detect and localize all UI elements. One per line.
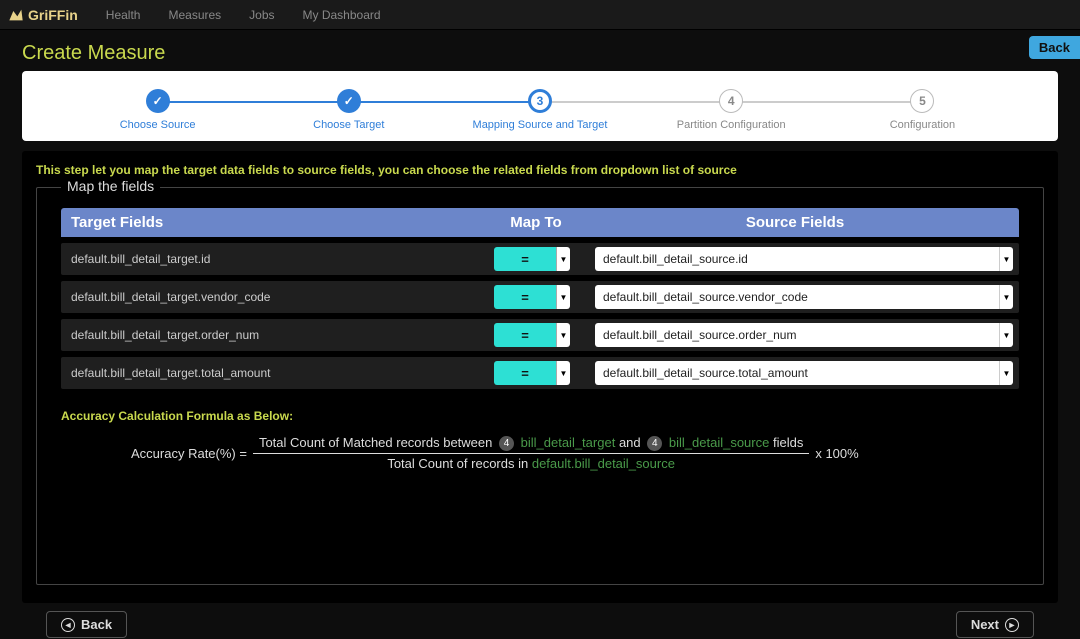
count-badge: 4 [499,436,514,451]
fieldset-legend: Map the fields [61,178,160,194]
formula-suffix: x 100% [815,446,858,461]
table-row: default.bill_detail_target.total_amount … [61,357,1019,389]
step-5[interactable]: 5 Configuration [827,89,1018,131]
formula-title: Accuracy Calculation Formula as Below: [61,409,1019,423]
table-row: default.bill_detail_target.id = ▼ defaul… [61,243,1019,275]
header-source: Source Fields [581,214,1009,231]
step-2-circle: ✓ [337,89,361,113]
source-select[interactable]: default.bill_detail_source.vendor_code ▼ [595,285,1013,309]
table-row: default.bill_detail_target.order_num = ▼… [61,319,1019,351]
chevron-down-icon: ▼ [556,285,570,309]
operator-select[interactable]: = ▼ [494,247,570,271]
back-button[interactable]: ◄ Back [46,611,127,638]
back-pill-button[interactable]: Back [1029,36,1080,59]
target-field: default.bill_detail_target.id [67,252,487,266]
griffin-logo-icon [8,7,24,23]
step-4-circle: 4 [719,89,743,113]
next-button[interactable]: Next ► [956,611,1034,638]
nav-dashboard[interactable]: My Dashboard [303,8,381,22]
chevron-down-icon: ▼ [999,247,1013,271]
target-field: default.bill_detail_target.order_num [67,328,487,342]
source-select[interactable]: default.bill_detail_source.total_amount … [595,361,1013,385]
step-5-circle: 5 [910,89,934,113]
step-1-circle: ✓ [146,89,170,113]
header-target: Target Fields [71,214,491,231]
chevron-down-icon: ▼ [556,323,570,347]
brand: GriFFin [8,7,78,23]
step-1-label: Choose Source [120,119,196,131]
step-3[interactable]: 3 Mapping Source and Target [444,89,635,131]
footer-buttons: ◄ Back Next ► [22,603,1058,638]
step-2-label: Choose Target [313,119,384,131]
stepper: ✓ Choose Source ✓ Choose Target 3 Mappin… [22,71,1058,141]
operator-select[interactable]: = ▼ [494,285,570,309]
intro-text: This step let you map the target data fi… [36,163,1044,177]
nav-jobs[interactable]: Jobs [249,8,274,22]
target-field: default.bill_detail_target.vendor_code [67,290,487,304]
chevron-down-icon: ▼ [999,323,1013,347]
step-2[interactable]: ✓ Choose Target [253,89,444,131]
chevron-down-icon: ▼ [556,247,570,271]
step-4[interactable]: 4 Partition Configuration [636,89,827,131]
arrow-left-icon: ◄ [61,618,75,632]
formula-lhs: Accuracy Rate(%) = [131,446,247,461]
source-select[interactable]: default.bill_detail_source.order_num ▼ [595,323,1013,347]
map-fields-box: Map the fields Target Fields Map To Sour… [36,187,1044,585]
source-select[interactable]: default.bill_detail_source.id ▼ [595,247,1013,271]
formula: Accuracy Rate(%) = Total Count of Matche… [61,433,1019,473]
count-badge: 4 [647,436,662,451]
chevron-down-icon: ▼ [999,285,1013,309]
chevron-down-icon: ▼ [556,361,570,385]
page-title: Create Measure [22,42,1058,65]
nav-measures[interactable]: Measures [168,8,221,22]
operator-select[interactable]: = ▼ [494,323,570,347]
mapping-panel: This step let you map the target data fi… [22,151,1058,603]
step-5-label: Configuration [890,119,955,131]
chevron-down-icon: ▼ [999,361,1013,385]
step-4-label: Partition Configuration [677,119,786,131]
table-header: Target Fields Map To Source Fields [61,208,1019,237]
nav-health[interactable]: Health [106,8,141,22]
operator-select[interactable]: = ▼ [494,361,570,385]
arrow-right-icon: ► [1005,618,1019,632]
table-row: default.bill_detail_target.vendor_code =… [61,281,1019,313]
step-1[interactable]: ✓ Choose Source [62,89,253,131]
brand-text: GriFFin [28,7,78,23]
step-3-label: Mapping Source and Target [473,119,608,131]
header-map: Map To [491,214,581,231]
top-nav: GriFFin Health Measures Jobs My Dashboar… [0,0,1080,30]
target-field: default.bill_detail_target.total_amount [67,366,487,380]
step-3-circle: 3 [528,89,552,113]
